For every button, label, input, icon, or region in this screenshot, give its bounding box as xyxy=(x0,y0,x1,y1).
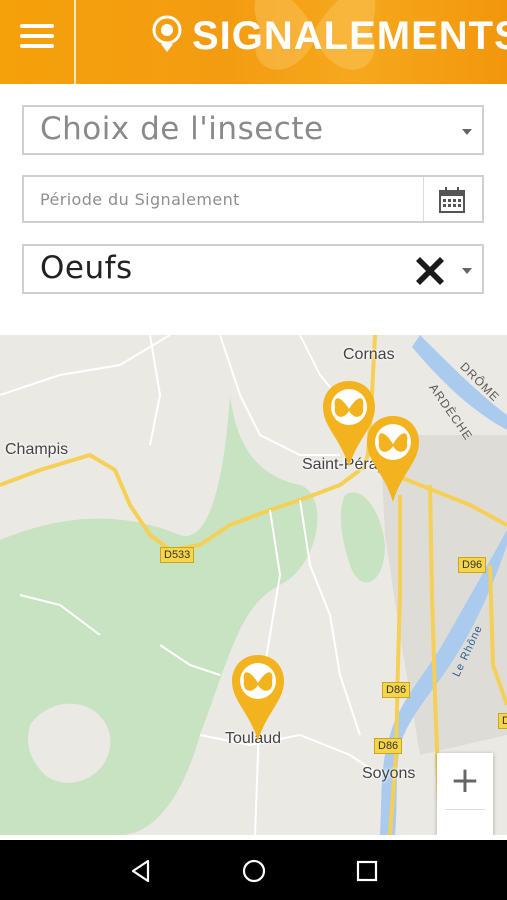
app-header: SIGNALEMENTS xyxy=(0,0,507,84)
close-x-icon[interactable] xyxy=(410,251,450,291)
home-circle-icon[interactable] xyxy=(241,858,267,884)
road-shield: D86 xyxy=(382,682,411,698)
insect-select[interactable]: Choix de l'insecte xyxy=(22,105,484,155)
road-shield: D86 xyxy=(498,713,507,729)
place-label: Cornas xyxy=(343,346,395,363)
period-placeholder: Période du Signalement xyxy=(40,190,240,209)
calendar-icon[interactable] xyxy=(438,186,466,214)
recents-square-icon[interactable] xyxy=(354,858,380,884)
zoom-control: + xyxy=(437,753,493,835)
zoom-in-button[interactable]: + xyxy=(437,753,493,809)
stage-select-value: Oeufs xyxy=(40,250,133,286)
back-triangle-icon[interactable] xyxy=(128,858,154,884)
period-input[interactable]: Période du Signalement xyxy=(22,175,484,223)
map-base xyxy=(0,335,507,835)
place-label: Champis xyxy=(5,441,69,458)
stage-select[interactable]: Oeufs xyxy=(22,244,484,294)
location-pin-hand-icon xyxy=(152,15,182,52)
butterfly-marker-icon[interactable] xyxy=(230,653,286,743)
place-label: Soyons xyxy=(362,765,416,782)
map-view[interactable]: Cornas Champis Saint-Péray Toulaud Soyon… xyxy=(0,335,507,835)
chevron-down-icon xyxy=(462,268,472,274)
chevron-down-icon xyxy=(462,129,472,135)
header-divider xyxy=(74,0,76,84)
app-title: SIGNALEMENTS xyxy=(192,14,507,58)
butterfly-marker-icon[interactable] xyxy=(365,414,421,504)
insect-select-value: Choix de l'insecte xyxy=(40,111,324,147)
road-shield: D96 xyxy=(458,557,487,573)
road-shield: D533 xyxy=(160,547,195,563)
road-shield: D86 xyxy=(374,738,403,754)
menu-button[interactable] xyxy=(14,18,60,54)
system-navbar xyxy=(0,840,507,900)
